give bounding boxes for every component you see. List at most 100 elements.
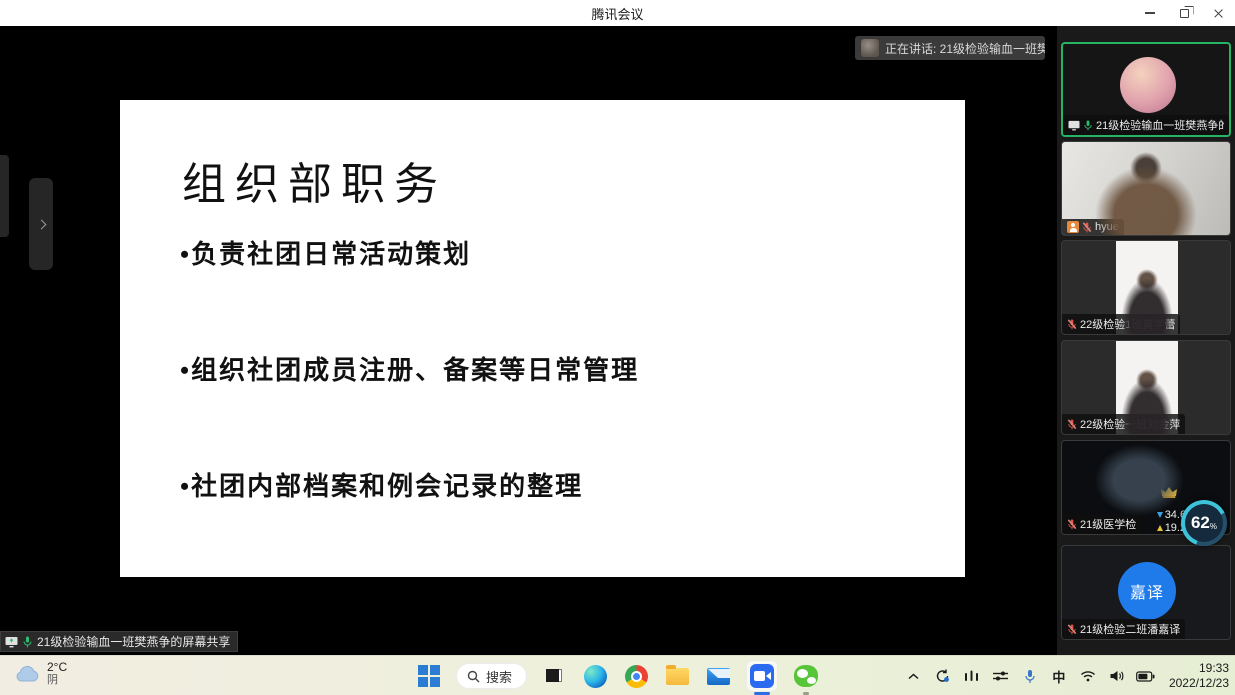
share-banner-label: 21级检验输血一班樊燕争的屏幕共享 <box>37 633 230 650</box>
edge-icon <box>584 665 607 688</box>
clock[interactable]: 19:33 2022/12/23 <box>1165 661 1229 691</box>
participant-name: 21级检验输血一班樊燕争的屏幕... <box>1096 117 1224 133</box>
speaking-label: 正在讲话: 21级检验输血一班樊... <box>885 40 1045 57</box>
shared-screen-area: 正在讲话: 21级检验输血一班樊... 组织部职务 •负责社团日常活动策划 •组… <box>0 26 1057 655</box>
participant-label: 22级检验一班刘金萍 <box>1062 414 1185 434</box>
avatar-initials: 嘉译 <box>1118 562 1176 620</box>
minimize-icon <box>1145 12 1155 14</box>
mic-on-icon <box>22 636 33 648</box>
mail-icon <box>707 668 730 685</box>
participant-name: 21级医学检 <box>1080 516 1136 532</box>
sync-tray-button[interactable] <box>933 662 953 690</box>
window-controls <box>1133 0 1235 26</box>
slide-bullet: •组织社团成员注册、备案等日常管理 <box>180 350 639 387</box>
folder-icon <box>666 668 689 685</box>
wifi-tray-button[interactable] <box>1078 662 1098 690</box>
participant-label: 22级检验1班黄学蕾 <box>1062 314 1180 334</box>
mic-muted-icon <box>1082 222 1092 233</box>
mic-on-icon <box>1083 120 1093 131</box>
download-arrow-icon <box>1157 512 1163 518</box>
battery-icon <box>1136 671 1155 682</box>
start-button[interactable] <box>415 661 443 691</box>
ime-label: 中 <box>1052 667 1065 686</box>
mic-muted-icon <box>1067 519 1077 530</box>
battery-percent-badge[interactable]: 62 % <box>1181 500 1227 546</box>
chevron-up-icon <box>908 673 919 680</box>
meeting-app-button[interactable] <box>745 661 779 691</box>
presentation-slide: 组织部职务 •负责社团日常活动策划 •组织社团成员注册、备案等日常管理 •社团内… <box>120 100 965 577</box>
slide-title: 组织部职务 <box>182 148 447 212</box>
participant-tile[interactable]: hyue <box>1061 141 1231 236</box>
search-label: 搜索 <box>486 667 512 686</box>
slide-bullet: •负责社团日常活动策划 <box>180 234 471 271</box>
battery-tray-button[interactable] <box>1136 662 1156 690</box>
slide-bullet: •社团内部档案和例会记录的整理 <box>180 466 583 503</box>
restore-button[interactable] <box>1167 0 1201 26</box>
crown-icon <box>1160 485 1178 499</box>
clock-date: 2022/12/23 <box>1169 676 1229 691</box>
participant-label: 21级医学检 <box>1062 514 1141 534</box>
participant-name: 21级检验二班潘嘉译 <box>1080 621 1180 637</box>
wechat-icon <box>794 665 818 687</box>
meeting-icon <box>750 664 774 688</box>
file-explorer-button[interactable] <box>663 661 691 691</box>
speaker-avatar <box>861 39 879 57</box>
screen-share-icon <box>5 636 18 648</box>
avatar <box>1120 57 1176 113</box>
search-box[interactable]: 搜索 <box>456 663 527 689</box>
mail-button[interactable] <box>704 661 732 691</box>
close-button[interactable] <box>1201 0 1235 26</box>
minimize-button[interactable] <box>1133 0 1167 26</box>
person-badge-icon <box>1067 221 1079 233</box>
mic-muted-icon <box>1067 419 1077 430</box>
window-title: 腾讯会议 <box>591 4 643 23</box>
participant-name: 22级检验一班刘金萍 <box>1080 416 1180 432</box>
tray-overflow-button[interactable] <box>904 662 924 690</box>
volume-tray-button[interactable] <box>1107 662 1127 690</box>
task-view-icon <box>543 665 565 687</box>
edge-button[interactable] <box>581 661 609 691</box>
chevron-right-icon <box>36 219 46 229</box>
chrome-button[interactable] <box>622 661 650 691</box>
ime-indicator[interactable]: 中 <box>1049 662 1069 690</box>
participant-tile[interactable]: 嘉译 21级检验二班潘嘉译 <box>1061 545 1231 640</box>
screen-share-icon <box>1068 120 1080 131</box>
sliders-tray-button[interactable] <box>991 662 1011 690</box>
side-panel-strip[interactable] <box>0 155 9 237</box>
speaking-indicator[interactable]: 正在讲话: 21级检验输血一班樊... <box>855 36 1045 60</box>
speaker-icon <box>1109 670 1125 682</box>
clock-time: 19:33 <box>1199 661 1229 676</box>
mic-tray-button[interactable] <box>1020 662 1040 690</box>
participant-label: 21级检验输血一班樊燕争的屏幕... <box>1063 115 1229 135</box>
title-bar: 腾讯会议 <box>0 0 1235 26</box>
participant-tile[interactable]: 22级检验一班刘金萍 <box>1061 340 1231 435</box>
badge-unit: % <box>1210 522 1217 531</box>
net-meter-icon <box>964 670 979 682</box>
expand-panel-handle[interactable] <box>29 178 53 270</box>
net-meter-tray-button[interactable] <box>962 662 982 690</box>
close-icon <box>1213 8 1224 19</box>
participant-name: 22级检验1班黄学蕾 <box>1080 316 1175 332</box>
task-view-button[interactable] <box>540 661 568 691</box>
sync-icon <box>935 669 950 683</box>
participant-name: hyue <box>1095 221 1119 233</box>
screen-share-banner: 21级检验输血一班樊燕争的屏幕共享 <box>0 631 238 652</box>
taskbar: 2°C 阴 搜索 <box>0 655 1235 695</box>
badge-value: 62 <box>1191 513 1210 533</box>
mic-muted-icon <box>1067 319 1077 330</box>
start-icon <box>418 665 440 687</box>
participant-tile-sharer[interactable]: 21级检验输血一班樊燕争的屏幕... <box>1061 42 1231 137</box>
restore-icon <box>1180 9 1189 18</box>
participant-tile[interactable]: 22级检验1班黄学蕾 <box>1061 240 1231 335</box>
app-window: 腾讯会议 正在讲话: 21级检验输血一班樊... 组织部职务 •负责社团日常活动… <box>0 0 1235 695</box>
mic-tray-icon <box>1024 669 1036 684</box>
wifi-icon <box>1080 670 1096 682</box>
chrome-icon <box>625 665 648 688</box>
system-tray: 中 19:33 2022/12/23 <box>904 656 1229 695</box>
wechat-button[interactable] <box>792 661 820 691</box>
sliders-icon <box>993 670 1008 682</box>
badge-inner: 62 % <box>1185 504 1223 542</box>
mic-muted-icon <box>1067 624 1077 635</box>
participant-sidebar: 21级检验输血一班樊燕争的屏幕... hyue 22级检验1班黄学蕾 22级检验… <box>1057 26 1235 655</box>
upload-arrow-icon <box>1157 525 1163 531</box>
